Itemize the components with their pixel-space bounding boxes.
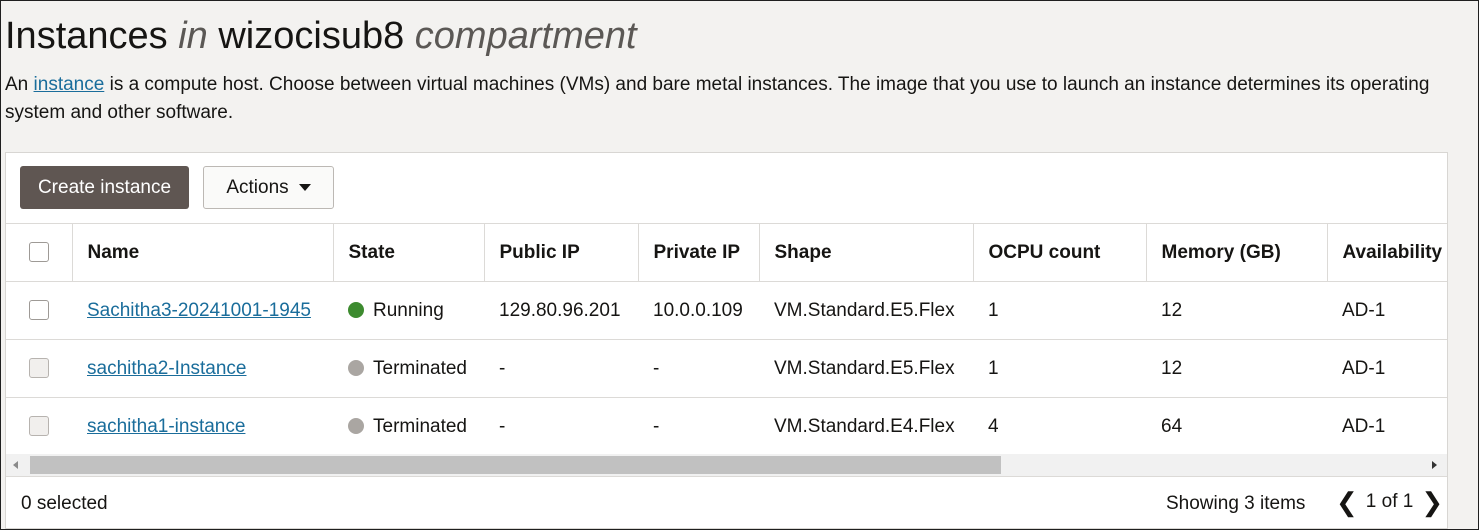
intro-prefix: An — [5, 74, 34, 95]
ocpu-cell: 4 — [973, 397, 1146, 456]
scrollbar-thumb[interactable] — [30, 456, 1001, 474]
actions-menu-button[interactable]: Actions — [203, 166, 334, 209]
chevron-left-icon[interactable]: ❮ — [1336, 489, 1358, 515]
state-label: Terminated — [373, 357, 467, 379]
memory-cell: 64 — [1146, 397, 1327, 456]
table-footer: 0 selected Showing 3 items ❮ 1 of 1 ❯ — [6, 476, 1447, 528]
row-checkbox[interactable] — [6, 281, 72, 340]
actions-label: Actions — [226, 176, 289, 198]
availability-cell: AD-1 — [1327, 339, 1447, 398]
instances-panel: Create instance Actions Name State Publi… — [5, 152, 1448, 529]
intro-body: is a compute host. Choose between virtua… — [5, 74, 1430, 123]
title-suffix: compartment — [414, 15, 637, 57]
state-cell: Running — [333, 281, 484, 340]
select-all-checkbox[interactable] — [6, 223, 73, 282]
shape-cell: VM.Standard.E4.Flex — [759, 397, 973, 456]
compartment-name: wizocisub8 — [218, 15, 405, 57]
title-in: in — [178, 15, 208, 57]
chevron-right-icon[interactable]: ❯ — [1421, 489, 1443, 515]
row-checkbox[interactable] — [6, 339, 72, 398]
column-name[interactable]: Name — [72, 223, 334, 282]
private-ip-cell: - — [638, 339, 759, 398]
public-ip-cell: - — [484, 397, 638, 456]
instance-name-link[interactable]: sachitha1-instance — [87, 416, 245, 437]
table-row: sachitha2-Instance Terminated - - VM.Sta… — [6, 339, 1447, 398]
column-memory[interactable]: Memory (GB) — [1146, 223, 1328, 282]
public-ip-cell: 129.80.96.201 — [484, 281, 638, 340]
column-ocpu-count[interactable]: OCPU count — [973, 223, 1147, 282]
state-cell: Terminated — [333, 339, 484, 398]
state-dot-icon — [348, 301, 364, 318]
column-public-ip[interactable]: Public IP — [484, 223, 639, 282]
memory-cell: 12 — [1146, 339, 1327, 398]
scroll-left-icon[interactable] — [13, 461, 18, 469]
create-instance-button[interactable]: Create instance — [20, 166, 189, 209]
horizontal-scrollbar[interactable] — [6, 454, 1447, 476]
items-count: Showing 3 items — [1166, 493, 1306, 514]
shape-cell: VM.Standard.E5.Flex — [759, 339, 973, 398]
column-shape[interactable]: Shape — [759, 223, 974, 282]
ocpu-cell: 1 — [973, 339, 1146, 398]
instance-doc-link[interactable]: instance — [34, 74, 105, 95]
private-ip-cell: 10.0.0.109 — [638, 281, 759, 340]
column-private-ip[interactable]: Private IP — [638, 223, 760, 282]
column-state[interactable]: State — [333, 223, 485, 282]
table-header-row: Name State Public IP Private IP Shape OC… — [6, 223, 1447, 282]
table-row: sachitha1-instance Terminated - - VM.Sta… — [6, 397, 1447, 456]
private-ip-cell: - — [638, 397, 759, 456]
instances-table: Name State Public IP Private IP Shape OC… — [6, 223, 1447, 456]
ocpu-cell: 1 — [973, 281, 1146, 340]
intro-text: An instance is a compute host. Choose be… — [5, 71, 1445, 127]
row-checkbox[interactable] — [6, 397, 72, 456]
instance-name-link[interactable]: Sachitha3-20241001-1945 — [87, 300, 311, 321]
state-cell: Terminated — [333, 397, 484, 456]
column-availability[interactable]: Availability — [1327, 223, 1447, 282]
caret-down-icon — [298, 184, 311, 191]
memory-cell: 12 — [1146, 281, 1327, 340]
selected-count: 0 selected — [21, 493, 108, 514]
state-label: Terminated — [373, 415, 467, 437]
state-dot-icon — [348, 417, 364, 434]
page-indicator: 1 of 1 — [1365, 491, 1414, 512]
availability-cell: AD-1 — [1327, 397, 1447, 456]
title-main: Instances — [5, 15, 168, 57]
state-dot-icon — [348, 359, 364, 376]
page-title: Instances in wizocisub8 compartment — [5, 13, 637, 59]
scroll-right-icon[interactable] — [1432, 461, 1437, 469]
availability-cell: AD-1 — [1327, 281, 1447, 340]
instance-name-link[interactable]: sachitha2-Instance — [87, 358, 247, 379]
pagination: ❮ 1 of 1 ❯ — [1336, 489, 1443, 515]
state-label: Running — [373, 299, 444, 321]
public-ip-cell: - — [484, 339, 638, 398]
table-row: Sachitha3-20241001-1945 Running 129.80.9… — [6, 281, 1447, 340]
shape-cell: VM.Standard.E5.Flex — [759, 281, 973, 340]
